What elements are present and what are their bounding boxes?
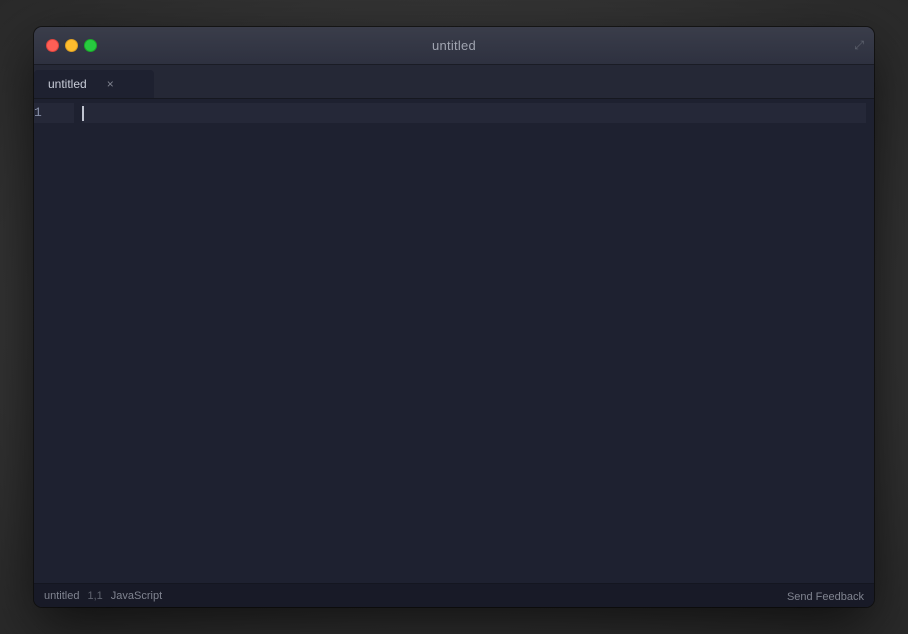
editor-area: 1 <box>34 99 874 583</box>
tab-bar: untitled × <box>34 65 874 99</box>
status-filename: untitled <box>44 590 79 602</box>
close-button[interactable] <box>46 39 59 52</box>
line-numbers: 1 <box>34 99 74 583</box>
tab-close-icon[interactable]: × <box>107 78 114 90</box>
editor-content: 1 <box>34 99 874 583</box>
status-position: 1,1 <box>87 590 102 602</box>
code-editor[interactable] <box>74 99 874 583</box>
status-bar: untitled 1,1 JavaScript Send Feedback <box>34 583 874 607</box>
minimize-button[interactable] <box>65 39 78 52</box>
status-language[interactable]: JavaScript <box>111 590 162 602</box>
text-cursor <box>82 106 84 121</box>
title-bar: untitled ⤢ <box>34 27 874 65</box>
tab-untitled[interactable]: untitled × <box>34 70 154 98</box>
line-number-1: 1 <box>34 103 74 123</box>
status-left: untitled 1,1 JavaScript <box>44 590 162 602</box>
maximize-button[interactable] <box>84 39 97 52</box>
window-title: untitled <box>432 38 476 53</box>
editor-window: untitled ⤢ untitled × 1 <box>34 27 874 607</box>
send-feedback-button[interactable]: Send Feedback <box>787 591 864 603</box>
tab-label: untitled <box>48 77 87 91</box>
traffic-lights <box>34 39 97 52</box>
active-line <box>82 103 866 123</box>
expand-icon[interactable]: ⤢ <box>854 38 864 53</box>
status-right: Send Feedback <box>787 587 864 605</box>
